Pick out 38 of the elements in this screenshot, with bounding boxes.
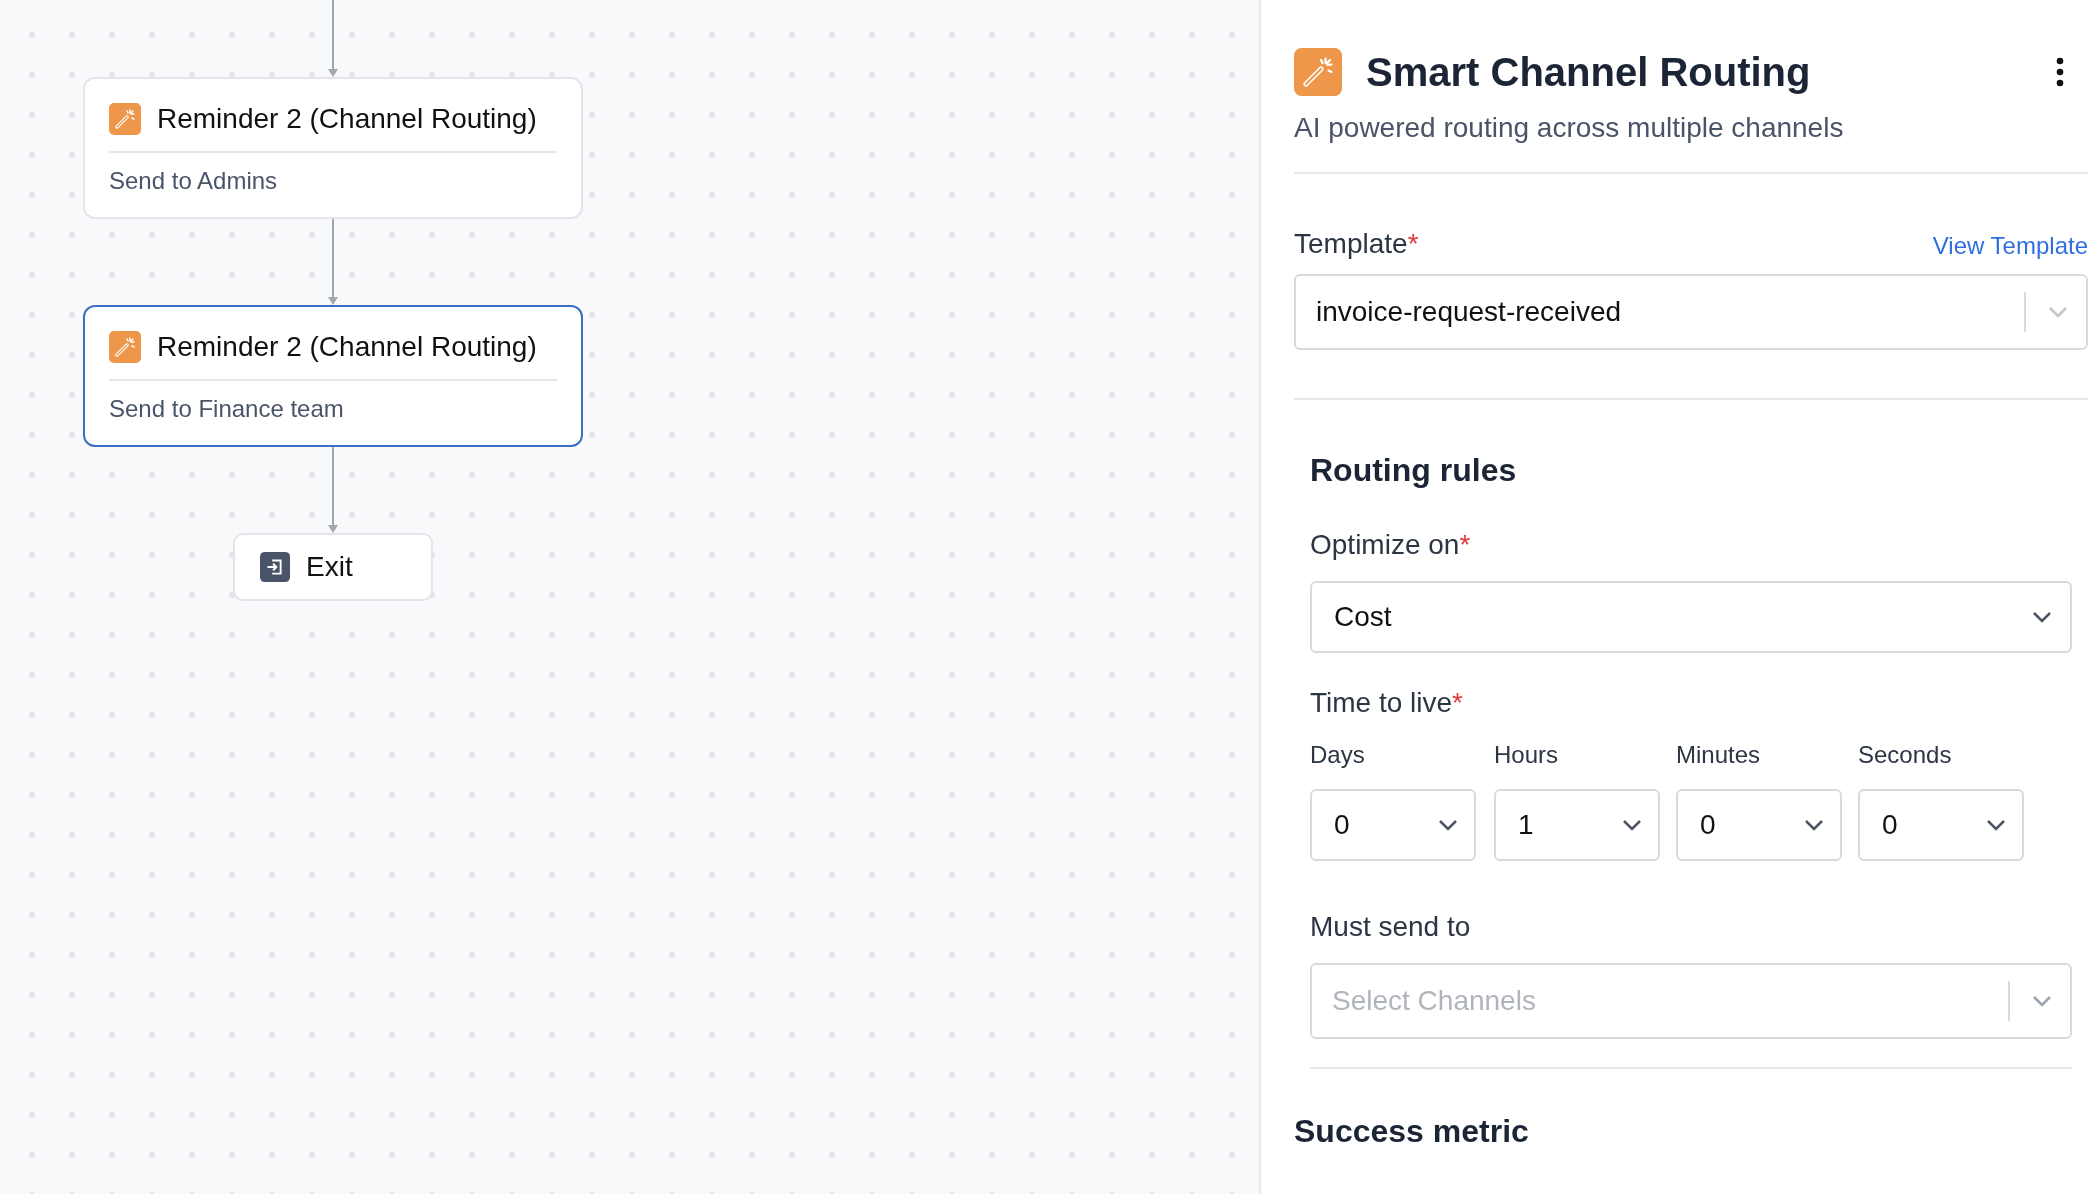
chevron-down-icon <box>2048 306 2068 318</box>
unit-select[interactable]: 1 <box>1494 789 1660 861</box>
template-select[interactable]: invoice-request-received <box>1294 274 2088 350</box>
unit-label: Minutes <box>1676 741 1762 769</box>
unit-label: Days <box>1310 741 1366 769</box>
node-title: Reminder 2 (Channel Routing) <box>157 331 537 363</box>
workflow-node[interactable]: Reminder 2 (Channel Routing) Send to Admins <box>83 77 583 219</box>
field-label: Optimize on* <box>1310 529 1472 561</box>
more-options-icon[interactable] <box>2056 57 2064 87</box>
chevron-down-icon <box>1622 819 1642 831</box>
magic-wand-icon <box>109 103 141 135</box>
chevron-down-icon <box>2032 611 2052 623</box>
chevron-down-icon <box>1804 819 1824 831</box>
field-label: Must send to <box>1310 911 1472 943</box>
field-label: Template* <box>1294 228 1419 260</box>
unit-label: Hours <box>1494 741 1560 769</box>
section-heading: Routing rules <box>1310 452 1518 489</box>
node-title: Reminder 2 (Channel Routing) <box>157 103 537 135</box>
panel-title: Smart Channel Routing <box>1366 49 1812 95</box>
chevron-down-icon <box>1438 819 1458 831</box>
panel-subtitle: AI powered routing across multiple channels <box>1294 112 1845 144</box>
optimize-select[interactable]: Cost <box>1310 581 2072 653</box>
magic-wand-icon <box>1294 48 1342 96</box>
unit-label: Seconds <box>1858 741 1953 769</box>
unit-select[interactable]: 0 <box>1310 789 1476 861</box>
node-subtitle: Send to Admins <box>109 167 279 195</box>
exit-node[interactable]: Exit <box>233 533 433 601</box>
view-template-link[interactable]: View Template <box>1932 232 2088 260</box>
node-subtitle: Send to Finance team <box>109 395 345 423</box>
magic-wand-icon <box>109 331 141 363</box>
workflow-node[interactable]: Reminder 2 (Channel Routing) Send to Finance team <box>83 305 583 447</box>
exit-icon <box>260 552 290 582</box>
unit-select[interactable]: 0 <box>1676 789 1842 861</box>
section-heading: Success metric <box>1294 1113 1530 1150</box>
chevron-down-icon <box>2032 995 2052 1007</box>
chevron-down-icon <box>1986 819 2006 831</box>
field-label: Time to live* <box>1310 687 1464 719</box>
unit-select[interactable]: 0 <box>1858 789 2024 861</box>
